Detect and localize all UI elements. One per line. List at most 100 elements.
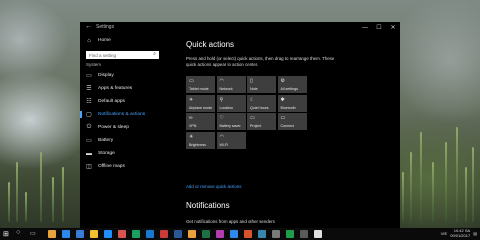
taskbar-app-icon[interactable] [132, 230, 140, 238]
quick-action-icon: ☀ [189, 133, 194, 140]
sidebar-item-battery[interactable]: ▭ Battery [80, 134, 165, 147]
taskbar-app-icon[interactable] [216, 230, 224, 238]
sidebar-item-default-apps[interactable]: ☷ Default apps [80, 95, 165, 108]
task-view-button[interactable]: ▭ [30, 230, 36, 237]
clock[interactable]: 10:42 SA 09/01/2017 [450, 228, 470, 238]
quick-action-tile[interactable]: ▯ Note [247, 76, 276, 93]
quick-action-tile[interactable]: ☀ Brightness [186, 131, 215, 149]
sidebar-item-apps-features[interactable]: ☰ Apps & features [80, 82, 165, 95]
sidebar-item-label: Apps & features [98, 86, 133, 91]
sidebar-list: ▭ Display ☰ Apps & features ☷ Default apps ▢ No… [80, 69, 165, 173]
quick-action-icon: ✱ [280, 96, 285, 103]
system-tray: VIE 10:42 SA 09/01/2017 ▤ [441, 228, 477, 238]
main-content: Quick actions Press and hold (or select)… [186, 40, 391, 224]
notification-center-icon[interactable]: ▤ [473, 231, 477, 236]
sidebar-item-label: Power & sleep [98, 125, 129, 130]
close-button[interactable]: ✕ [386, 22, 400, 34]
grass-blade [8, 182, 10, 222]
taskbar-app-icon[interactable] [48, 230, 56, 238]
taskbar-app-icon[interactable] [244, 230, 252, 238]
quick-action-label: Airplane mode [189, 105, 213, 110]
quick-action-label: Note [250, 87, 258, 91]
sidebar-item-power-sleep[interactable]: ⏻ Power & sleep [80, 121, 165, 134]
quick-action-label: Brightness [189, 142, 206, 147]
quick-action-tile[interactable]: ⚲ Location [216, 94, 246, 112]
taskbar-app-icon[interactable] [314, 230, 322, 238]
taskbar-app-icon[interactable] [258, 230, 266, 238]
quick-actions-grid: ▭ Tablet mode ◠ Network ▯ Note ⚙ All settings ✈ A… [186, 76, 308, 149]
maximize-button[interactable]: ☐ [372, 22, 386, 34]
quick-action-icon: ▭ [280, 115, 286, 121]
taskbar-app-icon[interactable] [174, 230, 182, 238]
grass-blade [410, 152, 412, 222]
back-arrow-icon[interactable]: ← [85, 23, 92, 30]
quick-action-tile[interactable]: ▭ Connect [277, 113, 307, 130]
quick-action-tile[interactable]: ◠ Network [216, 76, 246, 93]
quick-action-label: Network [219, 87, 233, 91]
taskbar-app-icon[interactable] [300, 230, 308, 238]
sidebar-item-notifications-actions[interactable]: ▢ Notifications & actions [80, 108, 165, 121]
taskbar-app-icon[interactable] [202, 230, 210, 238]
notifications-heading: Notifications [186, 201, 230, 210]
settings-window: ← Settings — ☐ ✕ ⌂ Home Find a setting ⌕… [80, 22, 400, 228]
quick-action-tile[interactable]: ☾ Quiet hours [247, 94, 276, 112]
quick-action-tile[interactable]: ◠ Wi-Fi [216, 131, 246, 149]
sidebar-item-label: Notifications & actions [98, 112, 146, 117]
quick-action-label: All settings [280, 87, 298, 91]
minimize-button[interactable]: — [358, 22, 372, 34]
quick-action-label: VPN [189, 124, 197, 128]
quick-action-tile[interactable]: ♡ Battery saver [216, 113, 246, 130]
search-input[interactable]: Find a setting ⌕ [86, 51, 159, 59]
sidebar-item-icon: ⏻ [86, 124, 92, 130]
quick-action-icon: ⚲ [219, 96, 224, 103]
taskbar-app-icon[interactable] [118, 230, 126, 238]
add-remove-quick-actions-link[interactable]: Add or remove quick actions [186, 184, 241, 189]
taskbar-app-icon[interactable] [230, 230, 238, 238]
quick-action-tile[interactable]: ⚙ All settings [277, 76, 307, 93]
search-button[interactable]: ○ [16, 229, 20, 236]
taskbar-app-icon[interactable] [104, 230, 112, 238]
quick-action-tile[interactable]: ∞ VPN [186, 113, 215, 130]
taskbar-app-icon[interactable] [62, 230, 70, 238]
quick-action-label: Quiet hours [250, 105, 269, 110]
grass-blade [40, 152, 42, 222]
quick-action-label: Tablet mode [189, 87, 209, 91]
quick-action-tile[interactable]: ✱ Bluetooth [277, 94, 307, 112]
quick-action-tile[interactable]: ▭ Project [247, 113, 276, 130]
quick-actions-heading: Quick actions [186, 40, 235, 49]
sidebar-item-display[interactable]: ▭ Display [80, 69, 165, 82]
sidebar-item-offline-maps[interactable]: ◫ Offline maps [80, 160, 165, 173]
window-controls: — ☐ ✕ [358, 22, 400, 34]
taskbar-app-icon[interactable] [286, 230, 294, 238]
taskbar-app-icon[interactable] [76, 230, 84, 238]
quick-action-tile[interactable]: ✈ Airplane mode [186, 94, 215, 112]
grass-blade [402, 172, 404, 222]
taskbar-app-icon[interactable] [188, 230, 196, 238]
quick-action-label: Bluetooth [280, 105, 296, 110]
taskbar-app-icon[interactable] [90, 230, 98, 238]
start-button[interactable]: ⊞ [3, 230, 9, 238]
sidebar-item-icon: ▭ [86, 138, 92, 144]
sidebar-item-home[interactable]: ⌂ Home [80, 34, 165, 47]
quick-action-tile[interactable]: ▭ Tablet mode [186, 76, 215, 93]
quick-action-label: Connect [280, 124, 294, 128]
language-indicator[interactable]: VIE [441, 231, 447, 236]
window-title: Settings [96, 24, 115, 30]
sidebar-item-icon: ☷ [86, 99, 92, 105]
quick-action-icon: ▭ [189, 78, 194, 84]
sidebar-group-label: System [86, 62, 102, 67]
taskbar-app-icon[interactable] [146, 230, 154, 238]
sidebar-item-label: Home [98, 38, 111, 43]
grass-blade [62, 167, 64, 222]
quick-action-label: Battery saver [219, 124, 241, 128]
notifications-description: Get notifications from apps and other se… [186, 219, 275, 224]
quick-action-icon: ✈ [189, 96, 194, 103]
search-placeholder: Find a setting [89, 52, 117, 58]
sidebar-item-icon: ☰ [86, 86, 92, 92]
taskbar-app-icon[interactable] [160, 230, 168, 238]
sidebar-item-storage[interactable]: ▬ Storage [80, 147, 165, 160]
taskbar-app-icon[interactable] [272, 230, 280, 238]
quick-actions-description: Press and hold (or select) quick actions… [186, 56, 335, 67]
quick-action-icon: ◠ [219, 133, 224, 140]
grass-blade [445, 142, 447, 222]
